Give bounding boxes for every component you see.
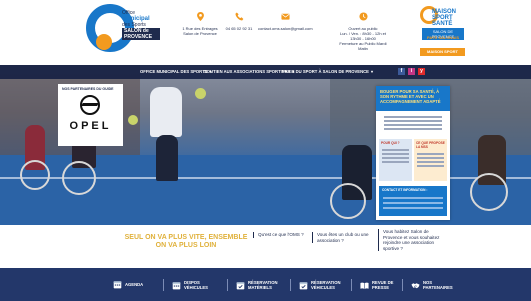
footer-label: RÉSERVATION VÉHICULES bbox=[311, 280, 341, 290]
footer-label: RÉSERVATION MATÉRIELS bbox=[248, 280, 278, 290]
calendar-icon bbox=[172, 281, 181, 289]
phone-block[interactable]: 04 65 02 92 31 bbox=[224, 12, 254, 31]
footer-item-dispos-vehicules[interactable]: DISPOS VÉHICULES bbox=[163, 279, 208, 291]
site-header: Office Municipal des Sports SALON de PRO… bbox=[0, 0, 531, 65]
nav-label: OFFICE MUNICIPAL DES SPORTS bbox=[140, 69, 208, 74]
phone-text: 04 65 02 92 31 bbox=[225, 26, 253, 31]
promo-column-who: POUR QUI ? bbox=[379, 139, 412, 181]
wheelchair-wheel bbox=[20, 160, 50, 190]
footer-divider bbox=[163, 279, 164, 291]
promo-text-line bbox=[384, 120, 442, 122]
promo-contact-title: CONTACT ET INFORMATION : bbox=[382, 188, 428, 192]
sport-sante-badge[interactable]: MAISON SPORT SANTÉ SALON DE PROVENCE PAY… bbox=[418, 6, 466, 44]
calendar-icon bbox=[113, 281, 122, 289]
promo-column-offer: CE QUE PROPOSE LA MSS bbox=[414, 139, 447, 181]
nav-label: SOUTIEN AUX ASSOCIATIONS SPORTIVES bbox=[204, 69, 291, 74]
handshake-icon bbox=[411, 282, 420, 288]
link-join-association[interactable]: Vous habitez Salon de Provence et vous s… bbox=[378, 229, 442, 251]
footer-label: AGENDA bbox=[125, 282, 144, 287]
footer-divider bbox=[402, 279, 403, 291]
book-icon bbox=[360, 282, 369, 289]
main-nav: OFFICE MUNICIPAL DES SPORTS ▾ SOUTIEN AUX… bbox=[0, 65, 531, 79]
hours-block: Ouvert au public Lun. / Ven. : 8h30 - 12… bbox=[334, 12, 392, 51]
sport-badge-title: MAISON SPORT SANTÉ bbox=[432, 9, 456, 27]
nav-item-oms[interactable]: OFFICE MUNICIPAL DES SPORTS ▾ bbox=[140, 69, 212, 74]
footer-item-agenda[interactable]: AGENDA bbox=[113, 280, 143, 289]
logo-text: Office Municipal des Sports SALON de PRO… bbox=[122, 10, 160, 40]
promo-text-line bbox=[384, 128, 442, 130]
promo-text-line bbox=[383, 207, 443, 209]
tagline: SEUL ON VA PLUS VITE, ENSEMBLE ON VA PLU… bbox=[124, 234, 248, 249]
calendar-check-icon bbox=[236, 281, 245, 289]
promo-headline: BOUGER POUR SA SANTÉ, À SON RYTHME ET AV… bbox=[380, 89, 441, 104]
sport-sante-promo-card[interactable]: BOUGER POUR SA SANTÉ, À SON RYTHME ET AV… bbox=[376, 86, 450, 220]
promo-text-line bbox=[417, 165, 444, 167]
promo-header: BOUGER POUR SA SANTÉ, À SON RYTHME ET AV… bbox=[376, 86, 450, 111]
facebook-icon[interactable]: f bbox=[398, 68, 405, 75]
footer-divider bbox=[227, 279, 228, 291]
tennis-ball bbox=[195, 88, 206, 99]
promo-col-b-title: CE QUE PROPOSE LA MSS bbox=[416, 141, 445, 149]
nav-item-soutien[interactable]: SOUTIEN AUX ASSOCIATIONS SPORTIVES ▾ bbox=[204, 69, 294, 74]
promo-text-line bbox=[383, 197, 443, 199]
logo-line4: SALON de PROVENCE bbox=[122, 28, 160, 40]
partner-caption: NOS PARTENAIRES DU GUIDE bbox=[62, 87, 114, 91]
link-club-association[interactable]: Vous êtes un club ou une association ? bbox=[312, 232, 374, 243]
email-block[interactable]: contact.oms.salon@gmail.com bbox=[258, 12, 313, 31]
promo-text-line bbox=[382, 149, 409, 151]
tennis-ball bbox=[128, 115, 138, 125]
calendar-check-icon bbox=[299, 281, 308, 289]
footer-label: NOS PARTENAIRES bbox=[423, 280, 453, 290]
footer-item-reservation-vehicules[interactable]: RÉSERVATION VÉHICULES bbox=[290, 279, 341, 291]
promo-body-lines bbox=[381, 114, 445, 132]
mail-icon bbox=[280, 13, 290, 20]
logo-dot bbox=[96, 34, 112, 50]
footer-shortcuts: AGENDA DISPOS VÉHICULES RÉSERVATION MATÉ… bbox=[0, 268, 531, 301]
footer-label: REVUE DE PRESSE bbox=[372, 280, 394, 290]
oms-logo[interactable]: Office Municipal des Sports SALON de PRO… bbox=[86, 4, 160, 62]
promo-text-line bbox=[383, 202, 443, 204]
nav-label: PARIS DU SPORT À SALON DE PROVENCE bbox=[282, 69, 369, 74]
promo-col-a-title: POUR QUI ? bbox=[381, 141, 400, 145]
instagram-icon[interactable]: i bbox=[408, 68, 415, 75]
address-text: 1 Rue des Entrages Salon de Provence bbox=[182, 26, 218, 36]
link-what-is-oms[interactable]: Qu'est ce que l'OMS ? bbox=[253, 232, 313, 238]
player-legs bbox=[156, 135, 178, 181]
wheelchair-wheel bbox=[470, 173, 508, 211]
clock-icon bbox=[358, 12, 368, 21]
phone-icon bbox=[234, 12, 243, 21]
footer-item-revue-presse[interactable]: REVUE DE PRESSE bbox=[351, 279, 394, 291]
partner-card-opel[interactable]: NOS PARTENAIRES DU GUIDE OPEL bbox=[58, 84, 123, 146]
wheelchair-wheel bbox=[330, 183, 366, 219]
promo-text-line bbox=[417, 157, 444, 159]
youtube-icon[interactable]: y bbox=[418, 68, 425, 75]
hours-text: Ouvert au public Lun. / Ven. : 8h30 - 12… bbox=[339, 26, 387, 51]
player-white-shirt bbox=[150, 87, 182, 137]
footer-item-partenaires[interactable]: NOS PARTENAIRES bbox=[402, 279, 453, 291]
promo-text-line bbox=[384, 124, 442, 126]
promo-text-line bbox=[384, 116, 442, 118]
promo-text-line bbox=[417, 153, 444, 155]
maison-sport-sante-button[interactable]: MAISON SPORT SANTÉ bbox=[420, 48, 465, 62]
footer-divider bbox=[290, 279, 291, 291]
address-block: 1 Rue des Entrages Salon de Provence bbox=[176, 12, 224, 36]
email-text: contact.oms.salon@gmail.com bbox=[258, 26, 313, 31]
promo-text-line bbox=[382, 153, 409, 155]
opel-bolt-icon bbox=[81, 103, 99, 106]
nav-item-paris[interactable]: PARIS DU SPORT À SALON DE PROVENCE ▾ bbox=[282, 69, 373, 74]
partner-brand: OPEL bbox=[69, 120, 112, 132]
chevron-down-icon: ▾ bbox=[370, 69, 373, 74]
footer-label: DISPOS VÉHICULES bbox=[184, 280, 208, 290]
footer-divider bbox=[351, 279, 352, 291]
tagline-band: SEUL ON VA PLUS VITE, ENSEMBLE ON VA PLU… bbox=[0, 225, 531, 268]
footer-item-reservation-materiels[interactable]: RÉSERVATION MATÉRIELS bbox=[227, 279, 278, 291]
promo-text-line bbox=[382, 161, 409, 163]
sport-badge-location: PAYS SALONAIS bbox=[426, 35, 459, 40]
location-pin-icon bbox=[196, 12, 204, 21]
wheelchair-wheel bbox=[62, 161, 96, 195]
promo-text-line bbox=[417, 161, 444, 163]
promo-contact-box: CONTACT ET INFORMATION : bbox=[379, 186, 447, 216]
promo-text-line bbox=[382, 157, 409, 159]
